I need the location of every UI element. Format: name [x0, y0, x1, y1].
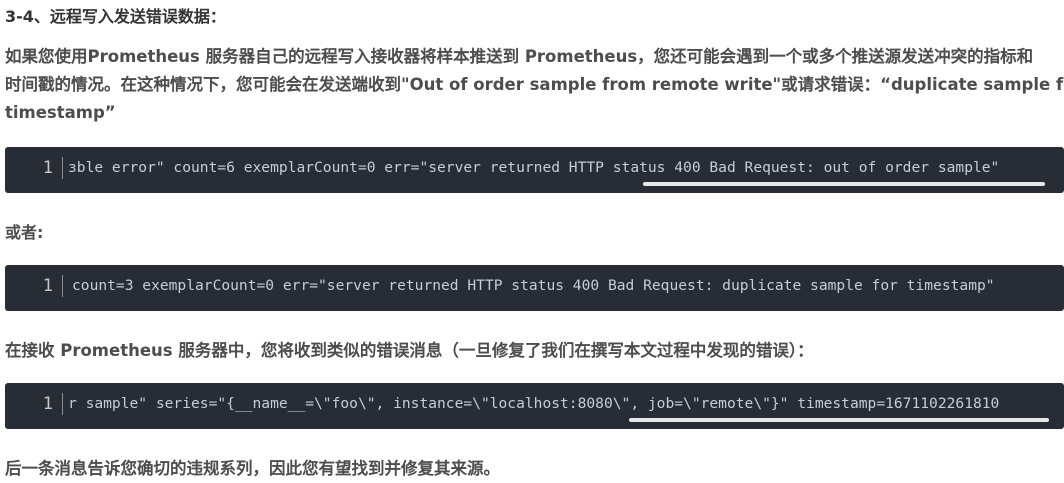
- section-heading: 3-4、远程写入发送错误数据：: [5, 7, 226, 26]
- intro-line-2: 时间戳的情况。在这种情况下，您可能会在发送端收到"Out of order sa…: [5, 75, 1064, 94]
- intro-line-1: 如果您使用Prometheus 服务器自己的远程写入接收器将样本推送到 Prom…: [5, 47, 1034, 66]
- line-number: 1: [42, 276, 53, 296]
- code-block-duplicate-sample[interactable]: 1 count=3 exemplarCount=0 err="server re…: [5, 265, 1064, 311]
- gutter-divider: [62, 275, 63, 297]
- conclusion-paragraph: 后一条消息告诉您确切的违规系列，因此您有望找到并修复其来源。: [5, 459, 500, 478]
- horizontal-scrollbar[interactable]: [643, 182, 1045, 186]
- or-paragraph: 或者:: [5, 223, 44, 242]
- intro-line-3: timestamp”: [5, 103, 116, 122]
- line-number: 1: [42, 158, 53, 178]
- receiver-paragraph: 在接收 Prometheus 服务器中，您将收到类似的错误消息（一旦修复了我们在…: [5, 341, 814, 360]
- horizontal-scrollbar[interactable]: [629, 418, 1049, 422]
- gutter-divider: [62, 393, 63, 415]
- code-line[interactable]: count=3 exemplarCount=0 err="server retu…: [72, 265, 995, 307]
- code-block-out-of-order[interactable]: 1 ɜble error" count=6 exemplarCount=0 er…: [5, 147, 1064, 193]
- intro-paragraph: 如果您使用Prometheus 服务器自己的远程写入接收器将样本推送到 Prom…: [5, 43, 1064, 127]
- gutter-divider: [62, 157, 63, 179]
- line-number: 1: [42, 394, 53, 414]
- code-block-series[interactable]: 1 r sample" series="{__name__=\"foo\", i…: [5, 383, 1064, 429]
